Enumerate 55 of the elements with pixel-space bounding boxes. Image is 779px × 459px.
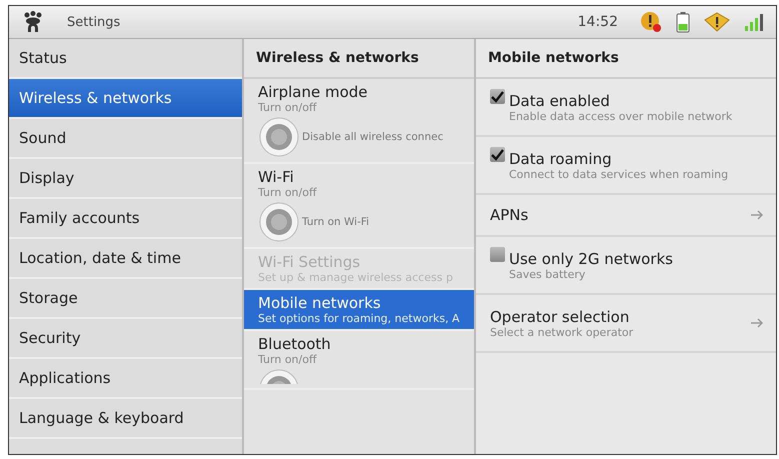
toggle-label: Turn on Wi-Fi: [302, 216, 370, 228]
item-summary: Turn on/off: [258, 101, 318, 114]
category-item[interactable]: Security: [9, 319, 242, 359]
item-title: Wi-Fi Settings: [258, 253, 362, 271]
alert-icon[interactable]: [640, 11, 662, 33]
item-title: Wi-Fi: [258, 168, 295, 186]
checkbox[interactable]: [490, 247, 505, 262]
clock-time: 14:52: [578, 14, 618, 30]
settings-item[interactable]: Use only 2G networks Saves battery: [476, 237, 776, 295]
toggle-switch-icon[interactable]: [258, 201, 300, 243]
settings-item[interactable]: Mobile networks Set options for roaming, networks, A: [244, 290, 474, 331]
category-item[interactable]: Applications: [9, 359, 242, 399]
item-title: Bluetooth: [258, 335, 332, 353]
category-item[interactable]: Storage: [9, 279, 242, 319]
settings-item[interactable]: Data roaming Connect to data services when roaming: [476, 137, 776, 195]
settings-item[interactable]: Airplane mode Turn on/off Disable all wireless connec: [244, 79, 474, 164]
settings-item[interactable]: Operator selection Select a network operator: [476, 295, 776, 353]
item-title: Use only 2G networks: [509, 250, 674, 268]
settings-item[interactable]: Bluetooth Turn on/off: [244, 331, 474, 390]
item-summary: Connect to data services when roaming: [509, 168, 730, 180]
item-summary: Select a network operator: [490, 326, 634, 338]
warning-icon[interactable]: [704, 12, 730, 32]
item-title: Airplane mode: [258, 83, 369, 101]
category-item[interactable]: Family accounts: [9, 199, 242, 239]
item-summary: Set options for roaming, networks, A: [258, 312, 461, 325]
column-header: Mobile networks: [476, 39, 776, 79]
toggle-label: Disable all wireless connec: [302, 131, 444, 143]
item-summary: Saves battery: [509, 268, 586, 280]
paw-icon: [23, 11, 43, 33]
item-title: APNs: [490, 206, 530, 224]
checkbox[interactable]: [490, 89, 505, 104]
category-item[interactable]: Location, date & time: [9, 239, 242, 279]
item-summary: Turn on/off: [258, 186, 318, 199]
settings-item[interactable]: Data enabled Enable data access over mobile network: [476, 79, 776, 137]
item-title: Data enabled: [509, 92, 611, 110]
arrow-icon: [750, 210, 764, 220]
toggle-switch-icon[interactable]: [258, 368, 300, 384]
arrow-icon: [750, 318, 764, 328]
settings-item[interactable]: Wi-Fi Turn on/off Turn on Wi-Fi: [244, 164, 474, 249]
item-title: Operator selection: [490, 308, 630, 326]
settings-item[interactable]: APNs: [476, 195, 776, 237]
item-summary: Enable data access over mobile network: [509, 110, 734, 122]
item-title: Data roaming: [509, 150, 613, 168]
category-item[interactable]: Language & keyboard: [9, 399, 242, 439]
item-summary: Turn on/off: [258, 353, 318, 366]
category-item[interactable]: Display: [9, 159, 242, 199]
category-item[interactable]: Sound: [9, 119, 242, 159]
checkbox[interactable]: [490, 147, 505, 162]
item-title: Mobile networks: [258, 294, 382, 312]
battery-icon: [676, 11, 690, 33]
app-title: Settings: [67, 14, 122, 30]
toggle-switch-icon[interactable]: [258, 116, 300, 158]
column-header: Wireless & networks: [244, 39, 474, 79]
signal-icon: [744, 12, 764, 32]
category-item[interactable]: Wireless & networks: [9, 79, 242, 119]
